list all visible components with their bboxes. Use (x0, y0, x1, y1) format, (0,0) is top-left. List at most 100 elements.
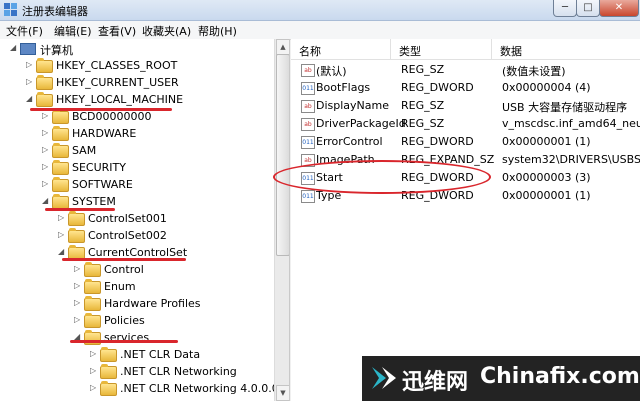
folder-icon (36, 75, 53, 90)
collapse-arrow-icon[interactable]: ◢ (10, 43, 18, 52)
tree-node-label: Control (104, 263, 144, 276)
tree-node-label: HKEY_CLASSES_ROOT (56, 59, 178, 72)
value-row[interactable]: 011 ErrorControl REG_DWORD 0x00000001 (1… (291, 133, 640, 150)
folder-icon (100, 347, 117, 362)
expand-arrow-icon[interactable]: ▷ (58, 213, 66, 222)
tree-node-label: BCD00000000 (72, 110, 152, 123)
scroll-up-icon[interactable]: ▲ (276, 39, 289, 55)
menu-edit[interactable]: 编辑(E) (54, 23, 92, 39)
binary-value-icon: 011 (301, 82, 315, 95)
value-type: REG_EXPAND_SZ (401, 153, 495, 166)
computer-icon (20, 43, 36, 55)
value-row[interactable]: ab (默认) REG_SZ (数值未设置) (291, 61, 640, 78)
collapse-arrow-icon[interactable]: ◢ (74, 332, 82, 341)
tree-node-label: HARDWARE (72, 127, 137, 140)
value-type: REG_DWORD (401, 81, 474, 94)
folder-icon (52, 126, 69, 141)
column-header-name[interactable]: 名称 (291, 39, 391, 60)
value-type: REG_DWORD (401, 189, 474, 202)
tree-vertical-scrollbar[interactable]: ▲ ▼ (274, 39, 289, 401)
folder-icon (68, 228, 85, 243)
close-button[interactable]: ✕ (599, 0, 639, 17)
folder-icon (84, 296, 101, 311)
expand-arrow-icon[interactable]: ▷ (90, 349, 98, 358)
watermark-text-cn: 迅维网 (402, 370, 469, 395)
value-name: Start (316, 171, 343, 184)
expand-arrow-icon[interactable]: ▷ (90, 383, 98, 392)
collapse-arrow-icon[interactable]: ◢ (42, 196, 50, 205)
expand-arrow-icon[interactable]: ▷ (42, 145, 50, 154)
folder-icon (52, 177, 69, 192)
column-header-type[interactable]: 类型 (391, 39, 492, 60)
tree-node-label: SAM (72, 144, 97, 157)
folder-icon (100, 364, 117, 379)
folder-icon (84, 330, 101, 345)
expand-arrow-icon[interactable]: ▷ (74, 298, 82, 307)
binary-value-icon: 011 (301, 190, 315, 203)
expand-arrow-icon[interactable]: ▷ (90, 366, 98, 375)
expand-arrow-icon[interactable]: ▷ (42, 128, 50, 137)
scrollbar-thumb[interactable] (276, 54, 289, 256)
registry-tree[interactable]: ◢ 计算机 ▷ HKEY_CLASSES_ROOT ▷ HKEY_CURRENT… (0, 39, 290, 401)
tree-node-label: HKEY_LOCAL_MACHINE (56, 93, 184, 106)
collapse-arrow-icon[interactable]: ◢ (58, 247, 66, 256)
value-name: ImagePath (316, 153, 375, 166)
expand-arrow-icon[interactable]: ▷ (42, 179, 50, 188)
watermark-banner: 迅维网 Chinafix.com (362, 356, 640, 401)
expand-arrow-icon[interactable]: ▷ (26, 60, 34, 69)
folder-icon (52, 160, 69, 175)
menu-favorites[interactable]: 收藏夹(A) (142, 23, 191, 39)
expand-arrow-icon[interactable]: ▷ (42, 111, 50, 120)
value-data: v_mscdsc.inf_amd64_neutral (502, 117, 640, 130)
menu-view[interactable]: 查看(V) (98, 23, 136, 39)
title-bar: 注册表编辑器 ─ □ ✕ (0, 0, 640, 21)
menu-bar: 文件(F) 编辑(E) 查看(V) 收藏夹(A) 帮助(H) (0, 21, 640, 40)
value-data: system32\DRIVERS\USBSTOR (502, 153, 640, 166)
watermark-logo-icon (372, 367, 396, 389)
value-row[interactable]: 011 BootFlags REG_DWORD 0x00000004 (4) (291, 79, 640, 96)
tree-node-label: .NET CLR Networking (120, 365, 237, 378)
tree-node-label: .NET CLR Data (120, 348, 201, 361)
values-list[interactable]: 名称 类型 数据 ab (默认) REG_SZ (数值未设置) 011 Boot… (291, 39, 640, 401)
minimize-button[interactable]: ─ (553, 0, 577, 17)
folder-icon (84, 279, 101, 294)
value-row[interactable]: ab ImagePath REG_EXPAND_SZ system32\DRIV… (291, 151, 640, 168)
column-header-label: 类型 (399, 45, 421, 58)
folder-icon (36, 58, 53, 73)
folder-icon (68, 211, 85, 226)
value-row[interactable]: ab DisplayName REG_SZ USB 大容量存储驱动程序 (291, 97, 640, 114)
value-name: DisplayName (316, 99, 389, 112)
folder-icon (84, 313, 101, 328)
value-type: REG_DWORD (401, 135, 474, 148)
value-row-start[interactable]: 011 Start REG_DWORD 0x00000003 (3) (291, 169, 640, 186)
value-data: 0x00000001 (1) (502, 189, 591, 202)
tree-node-label: Enum (104, 280, 136, 293)
value-data: 0x00000004 (4) (502, 81, 591, 94)
maximize-button[interactable]: □ (576, 0, 600, 17)
folder-icon (68, 245, 85, 260)
string-value-icon: ab (301, 100, 315, 113)
value-data: 0x00000001 (1) (502, 135, 591, 148)
expand-arrow-icon[interactable]: ▷ (58, 230, 66, 239)
value-name: BootFlags (316, 81, 371, 94)
expand-arrow-icon[interactable]: ▷ (42, 162, 50, 171)
value-type: REG_SZ (401, 117, 445, 130)
watermark-text-en: Chinafix.com (480, 364, 640, 389)
value-type: REG_DWORD (401, 171, 474, 184)
expand-arrow-icon[interactable]: ▷ (26, 77, 34, 86)
expand-arrow-icon[interactable]: ▷ (74, 315, 82, 324)
regedit-icon (4, 3, 17, 16)
expand-arrow-icon[interactable]: ▷ (74, 264, 82, 273)
scroll-down-icon[interactable]: ▼ (276, 385, 289, 401)
expand-arrow-icon[interactable]: ▷ (74, 281, 82, 290)
value-name: (默认) (316, 65, 347, 78)
tree-node-label: CurrentControlSet (88, 246, 188, 259)
value-row[interactable]: ab DriverPackageId REG_SZ v_mscdsc.inf_a… (291, 115, 640, 132)
menu-file[interactable]: 文件(F) (6, 23, 43, 39)
collapse-arrow-icon[interactable]: ◢ (26, 94, 34, 103)
menu-help[interactable]: 帮助(H) (198, 23, 237, 39)
value-row[interactable]: 011 Type REG_DWORD 0x00000001 (1) (291, 187, 640, 204)
folder-icon (52, 194, 69, 209)
binary-value-icon: 011 (301, 172, 315, 185)
column-header-data[interactable]: 数据 (492, 39, 640, 60)
